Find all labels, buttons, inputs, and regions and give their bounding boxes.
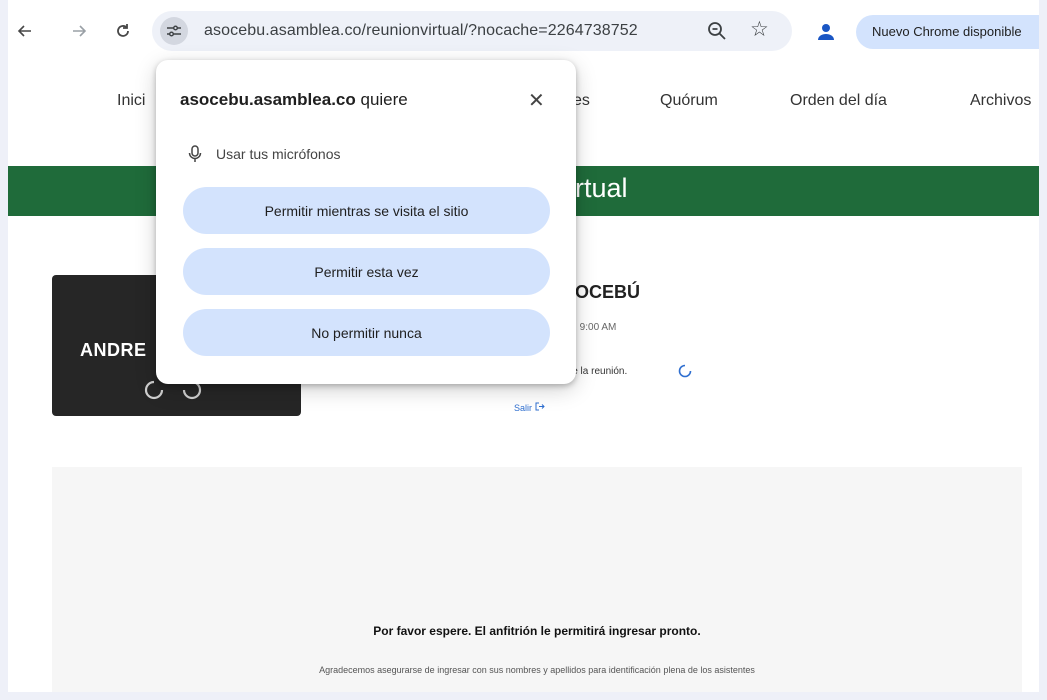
allow-once-button[interactable]: Permitir esta vez <box>183 248 550 295</box>
site-info-button[interactable] <box>160 17 188 45</box>
nav-archivos[interactable]: Archivos <box>970 92 1031 110</box>
address-bar[interactable]: asocebu.asamblea.co/reunionvirtual/?noca… <box>152 11 792 51</box>
loading-spinner-icon <box>678 364 692 378</box>
url-text[interactable]: asocebu.asamblea.co/reunionvirtual/?noca… <box>204 22 638 40</box>
reload-button[interactable] <box>112 20 134 42</box>
permission-site: asocebu.asamblea.co <box>180 90 356 109</box>
participant-name: ANDRE <box>80 340 147 360</box>
waiting-room-panel: Por favor espere. El anfitrión le permit… <box>52 467 1022 700</box>
nav-quorum[interactable]: Quórum <box>660 92 718 110</box>
star-icon[interactable]: ☆ <box>750 17 769 42</box>
exit-label: Salir <box>514 403 533 413</box>
zoom-icon[interactable] <box>706 20 728 42</box>
microphone-icon <box>188 145 202 162</box>
logout-icon <box>535 402 545 411</box>
permission-dialog-title: asocebu.asamblea.co quiere <box>180 90 408 110</box>
profile-icon[interactable] <box>816 22 836 42</box>
allow-while-visiting-button[interactable]: Permitir mientras se visita el sitio <box>183 187 550 234</box>
never-allow-button[interactable]: No permitir nunca <box>183 309 550 356</box>
browser-toolbar: asocebu.asamblea.co/reunionvirtual/?noca… <box>0 0 1047 62</box>
permission-request-word: quiere <box>360 90 408 109</box>
permission-label: Usar tus micrófonos <box>216 146 341 162</box>
permission-dialog: asocebu.asamblea.co quiere ✕ Usar tus mi… <box>156 60 576 384</box>
waiting-subtitle: Agradecemos asegurarse de ingresar con s… <box>319 665 755 675</box>
close-icon[interactable]: ✕ <box>528 88 545 113</box>
banner-title: rtual <box>575 173 628 203</box>
reload-icon <box>117 24 129 37</box>
arrow-left-icon <box>17 25 31 37</box>
arrow-right-icon <box>73 25 87 37</box>
chrome-update-button[interactable]: Nuevo Chrome disponible <box>856 15 1047 49</box>
tune-icon <box>167 25 181 37</box>
nav-inicio[interactable]: Inici <box>117 92 145 110</box>
exit-link[interactable]: Salir <box>514 402 545 413</box>
nav-orden-del-dia[interactable]: Orden del día <box>790 92 887 110</box>
back-button[interactable] <box>14 20 36 42</box>
forward-button[interactable] <box>68 20 90 42</box>
waiting-message: Por favor espere. El anfitrión le permit… <box>373 624 701 638</box>
meeting-title: OCEBÚ <box>575 282 641 302</box>
